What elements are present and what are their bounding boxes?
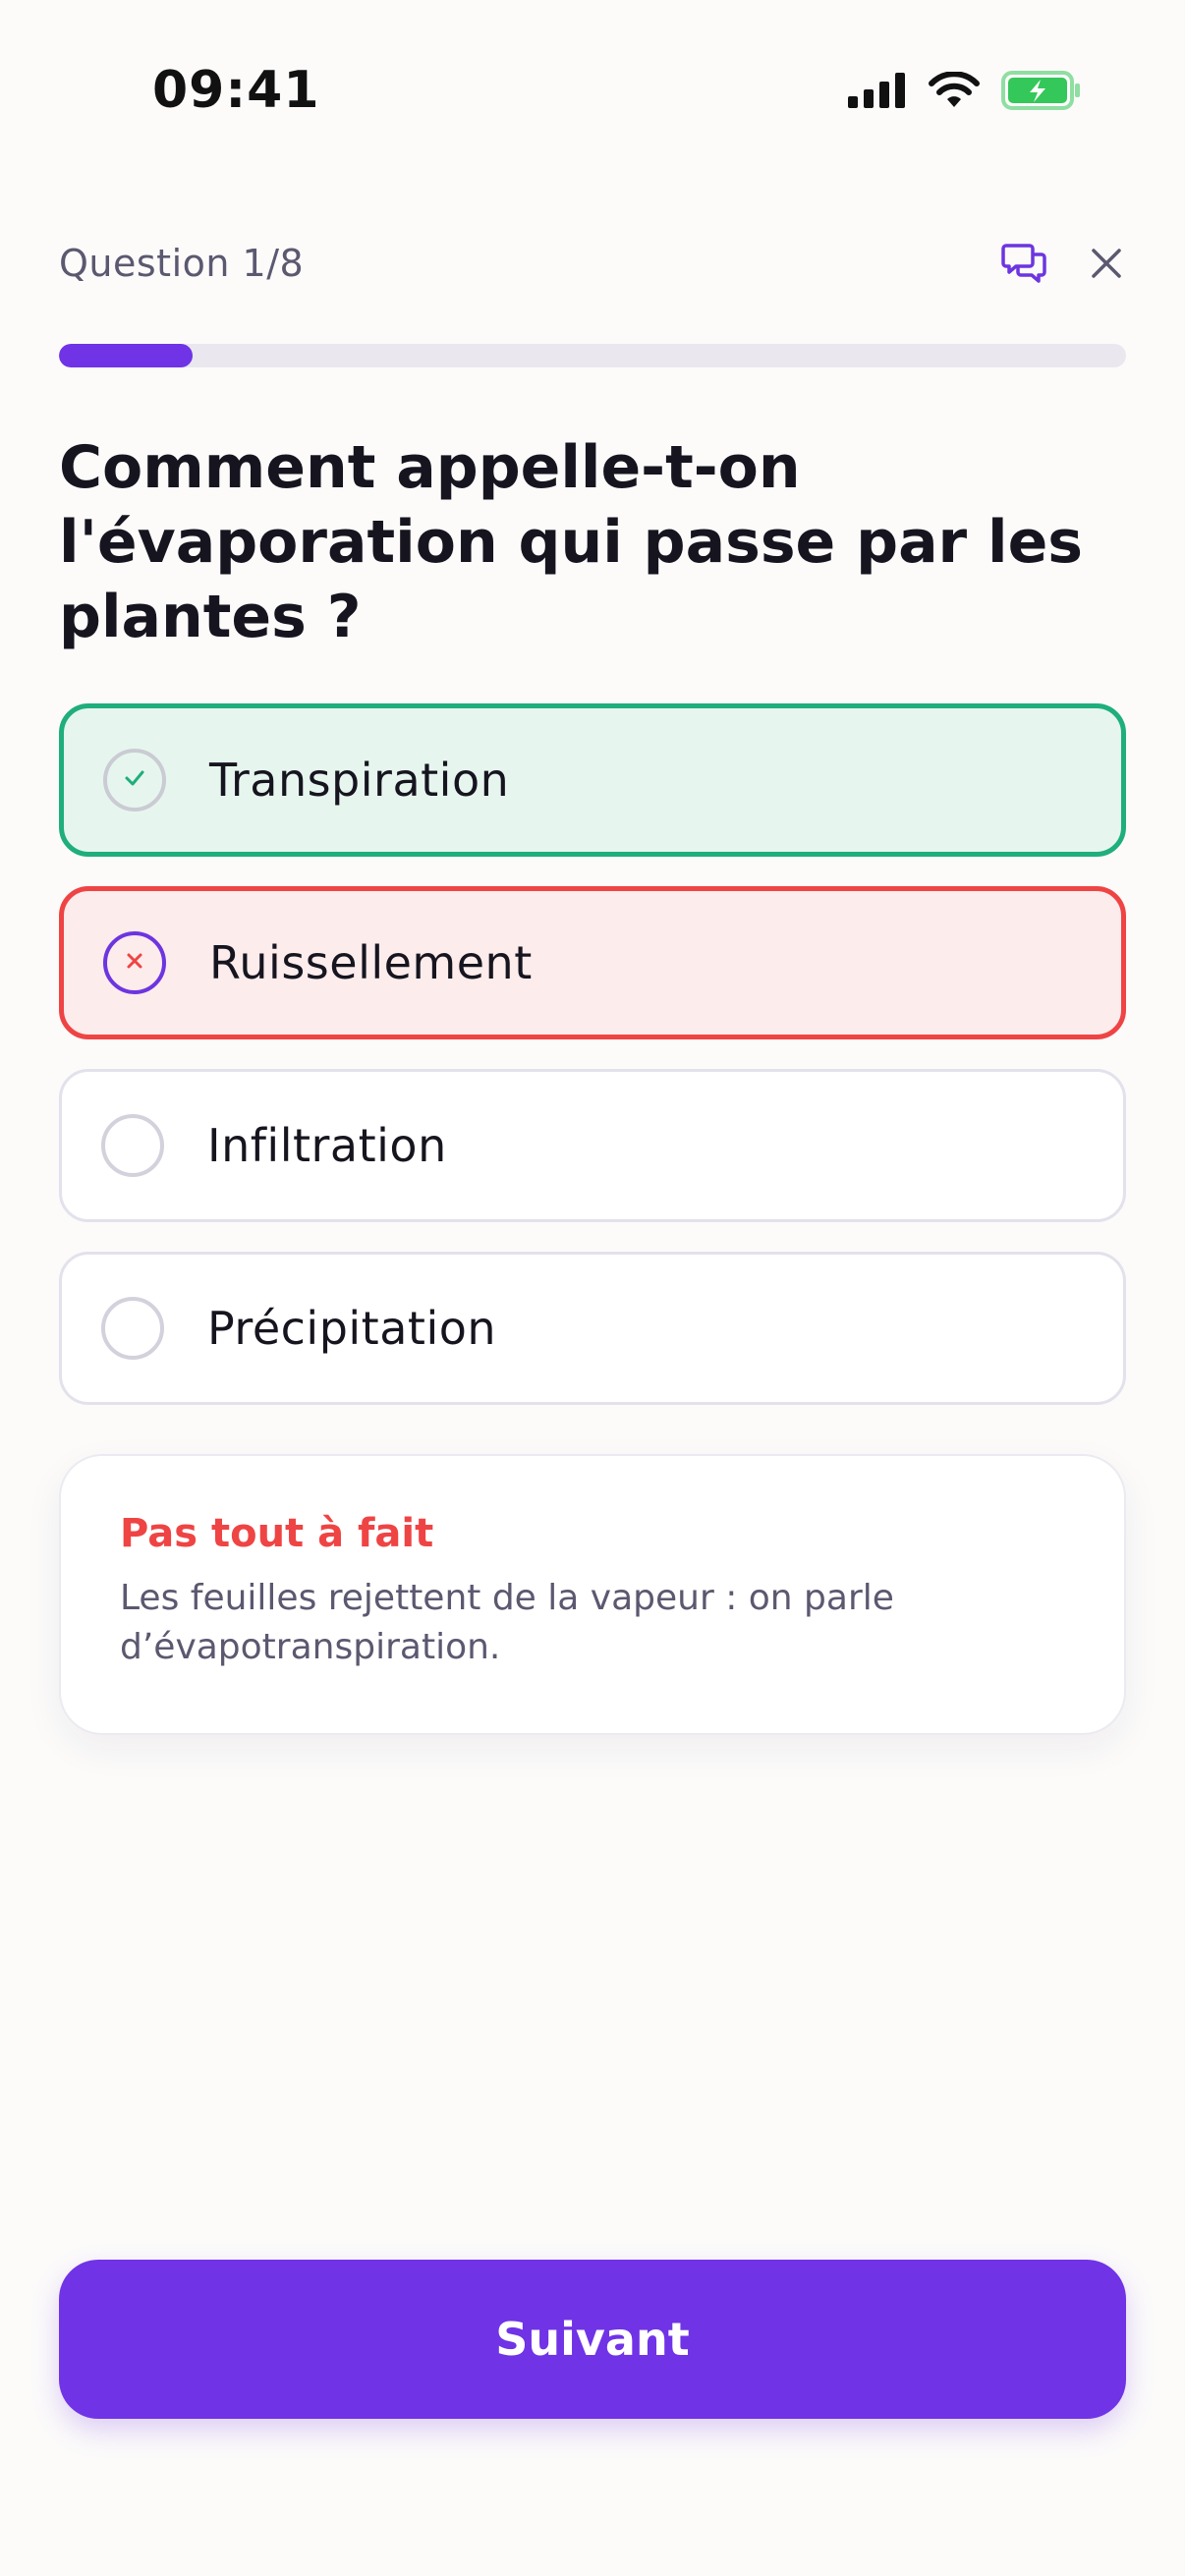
option-radio bbox=[101, 1297, 164, 1360]
check-icon bbox=[122, 765, 147, 795]
next-button[interactable]: Suivant bbox=[59, 2260, 1126, 2419]
option-label: Infiltration bbox=[207, 1119, 447, 1172]
question-counter: Question 1/8 bbox=[59, 242, 305, 285]
status-bar: 09:41 bbox=[0, 0, 1185, 147]
status-time: 09:41 bbox=[152, 61, 320, 120]
answer-option-ruissellement[interactable]: Ruissellement bbox=[59, 886, 1126, 1039]
option-radio bbox=[101, 1114, 164, 1177]
cellular-signal-icon bbox=[848, 73, 907, 108]
answer-option-infiltration[interactable]: Infiltration bbox=[59, 1069, 1126, 1222]
answer-option-transpiration[interactable]: Transpiration bbox=[59, 703, 1126, 857]
feedback-button[interactable] bbox=[994, 236, 1053, 295]
answer-option-precipitation[interactable]: Précipitation bbox=[59, 1252, 1126, 1405]
answer-options: Transpiration Ruissellement Infiltration… bbox=[59, 703, 1126, 1434]
close-button[interactable] bbox=[1077, 236, 1136, 295]
progress-fill bbox=[59, 344, 193, 367]
status-icons bbox=[848, 71, 1082, 110]
option-label: Ruissellement bbox=[209, 936, 533, 989]
option-radio bbox=[103, 749, 166, 812]
quiz-header: Question 1/8 bbox=[59, 236, 1126, 295]
close-icon bbox=[1089, 246, 1124, 285]
option-radio bbox=[103, 931, 166, 994]
chat-bubbles-icon bbox=[1000, 240, 1047, 291]
option-label: Transpiration bbox=[209, 754, 510, 807]
battery-charging-icon bbox=[1001, 71, 1082, 110]
cross-icon bbox=[123, 949, 146, 977]
progress-bar bbox=[59, 344, 1126, 367]
feedback-text: Les feuilles rejettent de la vapeur : on… bbox=[120, 1578, 894, 1667]
question-title: Comment appelle-t-on l'évaporation qui p… bbox=[59, 433, 1084, 651]
wifi-icon bbox=[929, 72, 980, 109]
option-label: Précipitation bbox=[207, 1302, 497, 1355]
feedback-card: Pas tout à fait Les feuilles rejettent d… bbox=[59, 1454, 1126, 1735]
feedback-title: Pas tout à fait bbox=[120, 1511, 434, 1556]
